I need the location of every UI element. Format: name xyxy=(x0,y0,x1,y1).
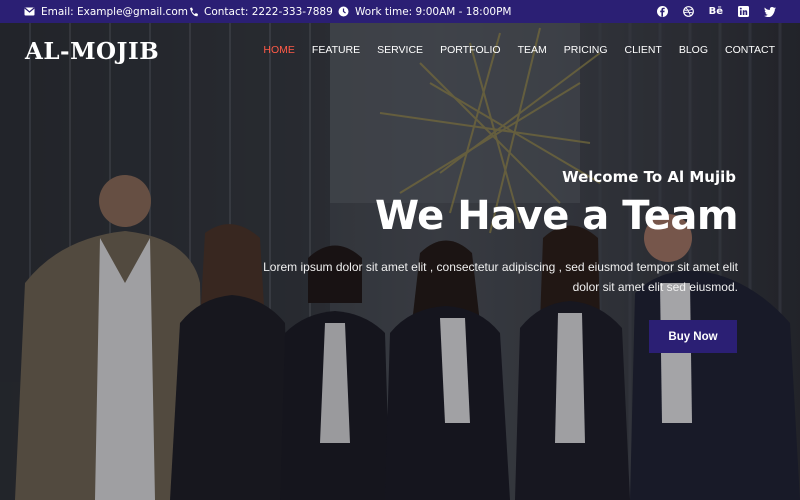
phone-icon xyxy=(190,7,198,16)
hero-welcome: Welcome To Al Mujib xyxy=(562,168,736,186)
nav-contact[interactable]: CONTACT xyxy=(725,44,775,56)
twitter-icon[interactable] xyxy=(764,6,776,17)
nav-home[interactable]: HOME xyxy=(263,44,295,56)
envelope-icon xyxy=(24,7,35,16)
linkedin-icon[interactable] xyxy=(738,6,749,17)
behance-icon[interactable]: Bē xyxy=(709,6,723,17)
nav-portfolio[interactable]: PORTFOLIO xyxy=(440,44,500,56)
contact-text: Contact: 2222-333-7889 xyxy=(204,5,333,18)
worktime-text: Work time: 9:00AM - 18:00PM xyxy=(355,5,512,18)
email-info[interactable]: Email: Example@gmail.com xyxy=(24,0,188,23)
dribbble-icon[interactable] xyxy=(682,6,694,17)
hero-paragraph: Lorem ipsum dolor sit amet elit , consec… xyxy=(263,260,738,294)
nav-pricing[interactable]: PRICING xyxy=(564,44,608,56)
clock-icon xyxy=(338,6,349,17)
nav-blog[interactable]: BLOG xyxy=(679,44,708,56)
hero-headline: We Have a Team xyxy=(374,193,739,239)
nav-feature[interactable]: FEATURE xyxy=(312,44,360,56)
top-info-bar: Email: Example@gmail.com Contact: 2222-3… xyxy=(0,0,800,23)
site-logo[interactable]: AL-MOJIB xyxy=(25,38,159,65)
nav-client[interactable]: CLIENT xyxy=(625,44,662,56)
nav-service[interactable]: SERVICE xyxy=(377,44,423,56)
buy-now-button[interactable]: Buy Now xyxy=(649,320,737,353)
behance-label: Bē xyxy=(708,6,723,17)
main-nav: HOME FEATURE SERVICE PORTFOLIO TEAM PRIC… xyxy=(246,44,775,56)
hero-section: AL-MOJIB HOME FEATURE SERVICE PORTFOLIO … xyxy=(0,23,800,500)
social-links: Bē xyxy=(656,0,776,23)
facebook-icon[interactable] xyxy=(656,6,668,17)
contact-info[interactable]: Contact: 2222-333-7889 xyxy=(189,0,333,23)
worktime-info: Work time: 9:00AM - 18:00PM xyxy=(338,0,511,23)
email-text: Email: Example@gmail.com xyxy=(41,5,188,18)
nav-team[interactable]: TEAM xyxy=(518,44,547,56)
